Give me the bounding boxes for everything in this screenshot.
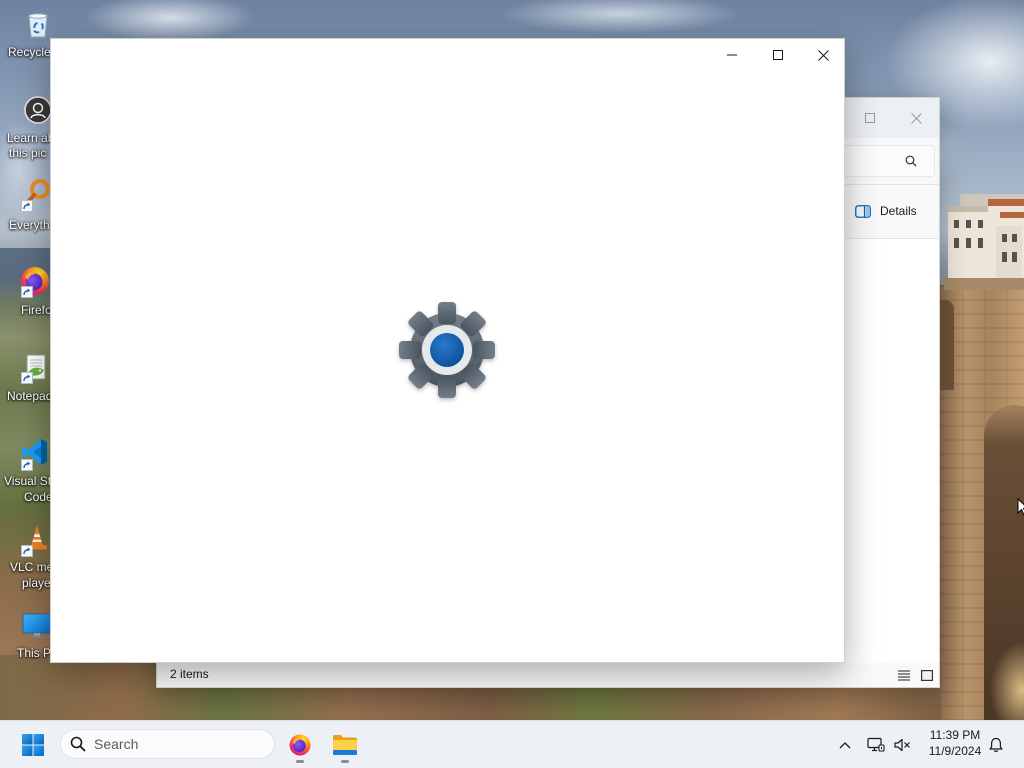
- taskbar-search-box[interactable]: Search: [60, 729, 275, 759]
- recycle-bin-icon: [28, 13, 48, 38]
- maximize-icon: [773, 50, 783, 60]
- volume-button[interactable]: [889, 729, 915, 761]
- learn-about-picture-icon: [24, 96, 52, 124]
- desktop-icon-label: Visual St: [4, 474, 52, 488]
- desktop-icon-label: Learn ab: [7, 131, 55, 145]
- show-hidden-icons-button[interactable]: [832, 729, 858, 761]
- explorer-maximize-button[interactable]: [847, 102, 893, 134]
- firefox-icon: [289, 734, 311, 756]
- wallpaper-buildings: [944, 194, 1024, 290]
- large-icons-view-icon: [921, 669, 933, 681]
- taskbar: Search 11:39 PM 11/9/2024: [0, 720, 1024, 768]
- maximize-icon: [865, 113, 875, 123]
- desktop-icon-label: This P: [17, 646, 52, 660]
- explorer-close-button[interactable]: [893, 102, 939, 134]
- settings-close-button[interactable]: [800, 39, 846, 71]
- mouse-cursor: [1017, 498, 1024, 516]
- notifications-button[interactable]: [983, 729, 1009, 761]
- details-button[interactable]: Details: [849, 199, 929, 225]
- file-explorer-icon: [333, 735, 357, 755]
- screen: Recycle Learn ab this pic Everyth Firefo…: [0, 0, 1024, 768]
- settings-minimize-button[interactable]: [709, 39, 755, 71]
- item-count: 2 items: [170, 667, 209, 681]
- search-icon: [70, 736, 86, 752]
- close-icon: [817, 49, 829, 61]
- desktop-icon-label: this pic: [9, 146, 47, 160]
- desktop-icon-label: Notepad: [7, 389, 53, 403]
- details-view-button[interactable]: [895, 666, 913, 684]
- wallpaper-grass: [982, 630, 1024, 720]
- search-icon: [905, 155, 917, 167]
- desktop-icon-label: Recycle: [8, 45, 51, 59]
- taskbar-file-explorer-button[interactable]: [325, 725, 365, 765]
- shortcut-arrow-icon: [21, 459, 33, 471]
- running-indicator: [341, 760, 349, 763]
- shortcut-arrow-icon: [21, 372, 33, 384]
- network-icon: [867, 737, 885, 752]
- shortcut-arrow-icon: [21, 286, 33, 298]
- explorer-status-bar: 2 items: [157, 663, 939, 687]
- this-pc-icon: [22, 613, 52, 638]
- settings-gear-icon: [399, 302, 495, 398]
- desktop-icon-label: Everyth: [9, 218, 50, 232]
- wallpaper-arch: [940, 300, 954, 390]
- close-icon: [910, 112, 922, 124]
- volume-muted-icon: [893, 738, 910, 752]
- details-pane-icon: [855, 205, 871, 218]
- settings-window[interactable]: [50, 38, 845, 663]
- taskbar-firefox-button[interactable]: [280, 725, 320, 765]
- network-button[interactable]: [863, 729, 889, 761]
- windows-start-icon: [22, 734, 44, 756]
- desktop-icon-label: playe: [22, 576, 51, 590]
- desktop-icon-label: Code: [24, 490, 53, 504]
- minimize-icon: [727, 54, 737, 56]
- shortcut-arrow-icon: [21, 545, 33, 557]
- running-indicator: [296, 760, 304, 763]
- search-placeholder: Search: [94, 736, 139, 752]
- shortcut-arrow-icon: [21, 200, 33, 212]
- large-icons-view-button[interactable]: [918, 666, 936, 684]
- details-view-icon: [898, 669, 910, 681]
- desktop-icon-label: VLC me: [10, 560, 54, 574]
- chevron-up-icon: [839, 742, 851, 749]
- bell-icon: [989, 737, 1003, 752]
- desktop-icon-label: Firefo: [21, 303, 52, 317]
- details-button-label: Details: [880, 204, 917, 218]
- settings-title-bar[interactable]: [51, 39, 844, 71]
- settings-maximize-button[interactable]: [755, 39, 801, 71]
- start-button[interactable]: [13, 725, 53, 765]
